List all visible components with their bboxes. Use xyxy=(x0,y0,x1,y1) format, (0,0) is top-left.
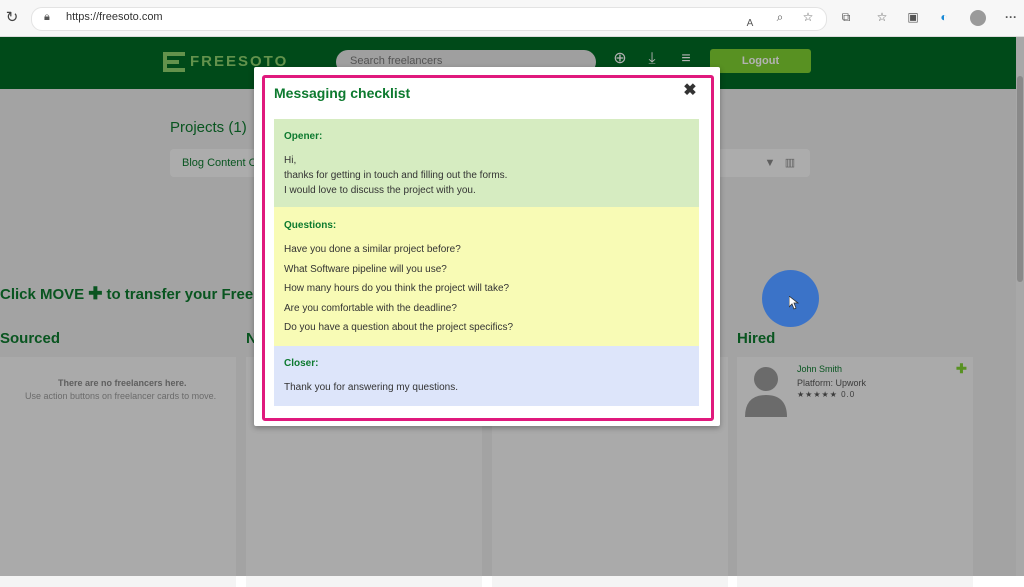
closer-section: Closer: Thank you for answering my quest… xyxy=(274,346,699,406)
browser-toolbar: ↻ 🔒︎ https://freesoto.com A ⌕ ☆ ⧉ ☆ ▣ ◐ … xyxy=(0,0,1024,37)
messaging-checklist-modal: Messaging checklist ✖ Opener: Hi, thanks… xyxy=(254,67,720,426)
closer-heading: Closer: xyxy=(284,358,319,369)
question-item: How many hours do you think the project … xyxy=(284,283,510,294)
address-bar[interactable]: 🔒︎ https://freesoto.com A ⌕ ☆ xyxy=(31,7,827,31)
questions-section: Questions: Have you done a similar proje… xyxy=(274,207,699,346)
mouse-cursor-icon xyxy=(789,296,799,310)
opener-section: Opener: Hi, thanks for getting in touch … xyxy=(274,119,699,207)
favorite-star-icon[interactable]: ☆ xyxy=(800,10,816,24)
extensions-icon[interactable]: ⧉ xyxy=(838,10,854,25)
opener-heading: Opener: xyxy=(284,131,323,142)
read-aloud-icon[interactable]: A xyxy=(742,18,758,29)
collections-icon[interactable]: ▣ xyxy=(905,10,921,24)
question-item: Are you comfortable with the deadline? xyxy=(284,303,457,314)
modal-title: Messaging checklist xyxy=(274,85,411,101)
lock-icon[interactable]: 🔒︎ xyxy=(44,11,50,24)
url-text[interactable]: https://freesoto.com xyxy=(66,11,163,23)
question-item: Do you have a question about the project… xyxy=(284,322,514,333)
opener-line: thanks for getting in touch and filling … xyxy=(284,170,508,181)
opener-line: Hi, xyxy=(284,155,297,166)
reload-icon[interactable]: ↻ xyxy=(4,10,20,26)
profile-avatar[interactable] xyxy=(970,10,986,26)
more-icon[interactable]: ··· xyxy=(1003,10,1019,24)
question-item: Have you done a similar project before? xyxy=(284,244,461,255)
close-icon[interactable]: ✖ xyxy=(681,82,699,100)
question-item: What Software pipeline will you use? xyxy=(284,264,447,275)
zoom-icon[interactable]: ⌕ xyxy=(772,10,788,25)
questions-heading: Questions: xyxy=(284,220,337,231)
favorites-icon[interactable]: ☆ xyxy=(874,10,890,24)
opener-line: I would love to discuss the project with… xyxy=(284,185,476,196)
edge-icon[interactable]: ◐ xyxy=(936,10,952,24)
closer-line: Thank you for answering my questions. xyxy=(284,382,458,393)
